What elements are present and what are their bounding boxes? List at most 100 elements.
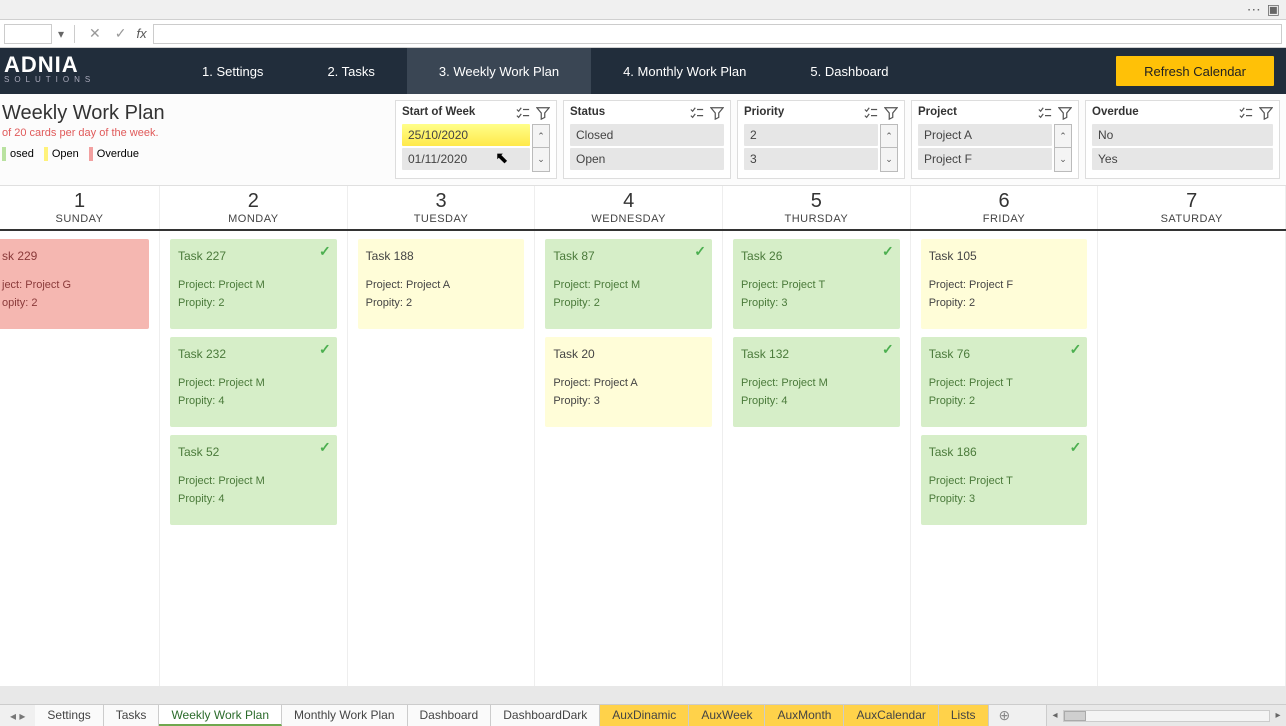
filter-overdue-item-0[interactable]: No xyxy=(1092,124,1273,146)
card-project: Project: Project M xyxy=(178,475,329,487)
spin-up-button[interactable]: ⌃ xyxy=(880,124,898,149)
sheet-tab-dashboarddark[interactable]: DashboardDark xyxy=(491,705,600,726)
day-number: 7 xyxy=(1098,190,1285,213)
formula-bar: ▾ ✕ ✓ fx xyxy=(0,20,1286,48)
scroll-thumb[interactable] xyxy=(1064,711,1086,721)
filter-project-item-0[interactable]: Project A xyxy=(918,124,1052,146)
task-card[interactable]: Task 188Project: Project APropity: 2 xyxy=(358,239,525,329)
spin-down-button[interactable]: ⌄ xyxy=(880,148,898,172)
filter-icon[interactable] xyxy=(1259,105,1273,120)
filter-icon[interactable] xyxy=(710,105,724,120)
cancel-icon[interactable]: ✕ xyxy=(85,25,105,42)
scroll-track[interactable] xyxy=(1063,710,1270,722)
sheet-tab-settings[interactable]: Settings xyxy=(35,705,103,726)
day-head-tuesday: 3TUESDAY xyxy=(348,186,536,229)
day-head-monday: 2MONDAY xyxy=(160,186,348,229)
multiselect-icon[interactable] xyxy=(864,105,878,120)
sheet-tab-dashboard[interactable]: Dashboard xyxy=(408,705,492,726)
name-box[interactable] xyxy=(4,24,52,44)
filter-status-item-1[interactable]: Open xyxy=(570,148,724,170)
filter-project-item-1[interactable]: Project F xyxy=(918,148,1052,170)
card-title: Task 26 xyxy=(741,249,892,263)
task-card[interactable]: ✓Task 76Project: Project TPropity: 2 xyxy=(921,337,1088,427)
spin-down-button[interactable]: ⌄ xyxy=(1054,148,1072,172)
maximize-icon[interactable]: ▣ xyxy=(1267,1,1280,18)
card-title: Task 87 xyxy=(553,249,704,263)
nav-tasks[interactable]: 2. Tasks xyxy=(295,48,406,94)
filter-icon[interactable] xyxy=(884,105,898,120)
nav-weekly[interactable]: 3. Weekly Work Plan xyxy=(407,48,591,94)
filter-priority-item-0[interactable]: 2 xyxy=(744,124,878,146)
filter-start-label: Start of Week xyxy=(402,106,475,118)
check-icon: ✓ xyxy=(1070,341,1082,358)
page-title: Weekly Work Plan xyxy=(2,102,393,125)
sheet-tab-monthly-work-plan[interactable]: Monthly Work Plan xyxy=(282,705,407,726)
formula-input[interactable] xyxy=(153,24,1282,44)
sheet-tab-lists[interactable]: Lists xyxy=(939,705,989,726)
nav-dashboard[interactable]: 5. Dashboard xyxy=(778,48,920,94)
sheet-tab-weekly-work-plan[interactable]: Weekly Work Plan xyxy=(159,705,282,726)
day-column-tue: Task 188Project: Project APropity: 2 xyxy=(348,231,536,686)
multiselect-icon[interactable] xyxy=(516,105,530,120)
sheet-tab-auxdinamic[interactable]: AuxDinamic xyxy=(600,705,689,726)
check-icon: ✓ xyxy=(882,243,894,260)
logo: ADNIA SOLUTIONS xyxy=(0,48,170,94)
filter-overdue-label: Overdue xyxy=(1092,106,1139,118)
nav-settings[interactable]: 1. Settings xyxy=(170,48,295,94)
sheet-tab-tasks[interactable]: Tasks xyxy=(104,705,160,726)
logo-main: ADNIA xyxy=(4,54,170,76)
task-card[interactable]: Task 20Project: Project APropity: 3 xyxy=(545,337,712,427)
multiselect-icon[interactable] xyxy=(1239,105,1253,120)
filter-icon[interactable] xyxy=(1058,105,1072,120)
task-card[interactable]: Task 105Project: Project FPropity: 2 xyxy=(921,239,1088,329)
filter-priority: Priority 2 3 ⌃ ⌄ xyxy=(737,100,905,179)
tab-nav-controls[interactable]: ◂ ▸ xyxy=(0,705,35,726)
filter-row: Weekly Work Plan of 20 cards per day of … xyxy=(0,94,1286,186)
task-card[interactable]: ✓Task 87Project: Project MPropity: 2 xyxy=(545,239,712,329)
scroll-left-icon[interactable]: ◂ xyxy=(1047,710,1063,721)
nav-monthly[interactable]: 4. Monthly Work Plan xyxy=(591,48,778,94)
spin-up-button[interactable]: ⌃ xyxy=(532,124,550,149)
filter-status-item-0[interactable]: Closed xyxy=(570,124,724,146)
filter-icon[interactable] xyxy=(536,105,550,120)
scroll-right-icon[interactable]: ▸ xyxy=(1270,710,1286,721)
spin-up-button[interactable]: ⌃ xyxy=(1054,124,1072,149)
card-priority: Propity: 2 xyxy=(553,297,704,309)
check-icon: ✓ xyxy=(1070,439,1082,456)
multiselect-icon[interactable] xyxy=(690,105,704,120)
more-icon[interactable]: ⋯ xyxy=(1247,1,1261,18)
confirm-icon[interactable]: ✓ xyxy=(111,25,131,42)
task-card[interactable]: ✓Task 186Project: Project TPropity: 3 xyxy=(921,435,1088,525)
day-name: THURSDAY xyxy=(723,213,910,225)
card-priority: Propity: 3 xyxy=(929,493,1080,505)
fx-icon[interactable]: fx xyxy=(137,26,147,41)
task-card[interactable]: ✓Task 132Project: Project MPropity: 4 xyxy=(733,337,900,427)
filter-start-item-1[interactable]: 01/11/2020 xyxy=(402,148,530,170)
spin-down-button[interactable]: ⌄ xyxy=(532,148,550,172)
multiselect-icon[interactable] xyxy=(1038,105,1052,120)
day-number: 3 xyxy=(348,190,535,213)
card-priority: Propity: 3 xyxy=(741,297,892,309)
filter-priority-item-1[interactable]: 3 xyxy=(744,148,878,170)
sheet-tab-auxmonth[interactable]: AuxMonth xyxy=(765,705,844,726)
task-card[interactable]: ✓Task 52Project: Project MPropity: 4 xyxy=(170,435,337,525)
refresh-calendar-button[interactable]: Refresh Calendar xyxy=(1116,56,1274,86)
legend: osed Open Overdue xyxy=(2,147,393,161)
day-head-saturday: 7SATURDAY xyxy=(1098,186,1286,229)
task-card[interactable]: sk 229ject: Project Gopity: 2 xyxy=(0,239,149,329)
task-card[interactable]: ✓Task 26Project: Project TPropity: 3 xyxy=(733,239,900,329)
main-nav: ADNIA SOLUTIONS 1. Settings 2. Tasks 3. … xyxy=(0,48,1286,94)
task-card[interactable]: ✓Task 227Project: Project MPropity: 2 xyxy=(170,239,337,329)
day-head-thursday: 5THURSDAY xyxy=(723,186,911,229)
add-sheet-button[interactable]: ⊕ xyxy=(989,705,1021,726)
namebox-dropdown-icon[interactable]: ▾ xyxy=(58,27,64,41)
filter-overdue-item-1[interactable]: Yes xyxy=(1092,148,1273,170)
sheet-tab-auxweek[interactable]: AuxWeek xyxy=(689,705,765,726)
card-priority: Propity: 4 xyxy=(178,395,329,407)
card-title: Task 188 xyxy=(366,249,517,263)
task-card[interactable]: ✓Task 232Project: Project MPropity: 4 xyxy=(170,337,337,427)
sheet-tab-auxcalendar[interactable]: AuxCalendar xyxy=(844,705,938,726)
horizontal-scrollbar[interactable]: ◂ ▸ xyxy=(1046,705,1286,726)
filter-start-item-0[interactable]: 25/10/2020 xyxy=(402,124,530,146)
card-title: Task 52 xyxy=(178,445,329,459)
